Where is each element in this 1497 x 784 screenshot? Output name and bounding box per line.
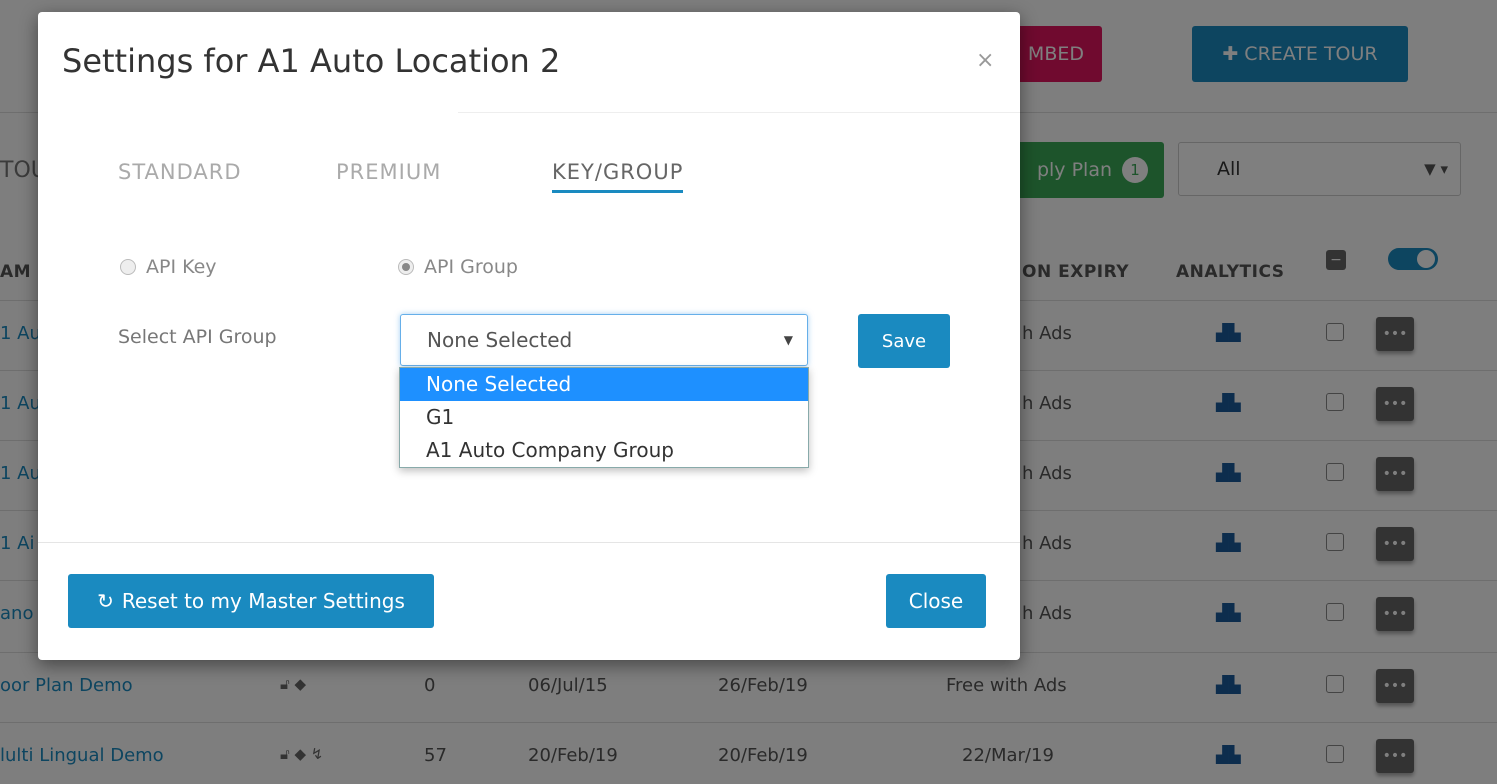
close-button[interactable]: Close — [886, 574, 986, 628]
tab-premium[interactable]: PREMIUM — [336, 160, 441, 184]
refresh-icon: ↻ — [97, 589, 114, 613]
reset-master-settings-button[interactable]: ↻ Reset to my Master Settings — [68, 574, 434, 628]
modal-title: Settings for A1 Auto Location 2 — [62, 42, 561, 80]
divider — [458, 112, 1020, 113]
tab-key-group[interactable]: KEY/GROUP — [552, 160, 684, 193]
dropdown-option[interactable]: A1 Auto Company Group — [400, 434, 808, 467]
select-api-group-label: Select API Group — [118, 326, 277, 348]
api-group-dropdown: None Selected G1 A1 Auto Company Group — [399, 367, 809, 468]
save-button[interactable]: Save — [858, 314, 950, 368]
api-key-radio-option[interactable]: API Key — [120, 256, 217, 278]
tab-standard[interactable]: STANDARD — [118, 160, 242, 184]
dropdown-option[interactable]: None Selected — [400, 368, 808, 401]
close-icon[interactable]: × — [976, 48, 994, 73]
api-group-radio[interactable] — [398, 259, 414, 275]
api-group-select[interactable]: None Selected ▼ — [400, 314, 808, 366]
divider — [38, 542, 1020, 543]
settings-modal: Settings for A1 Auto Location 2 × STANDA… — [38, 12, 1020, 660]
caret-down-icon: ▼ — [783, 333, 793, 347]
api-key-radio[interactable] — [120, 259, 136, 275]
api-group-radio-option[interactable]: API Group — [398, 256, 518, 278]
dropdown-option[interactable]: G1 — [400, 401, 808, 434]
